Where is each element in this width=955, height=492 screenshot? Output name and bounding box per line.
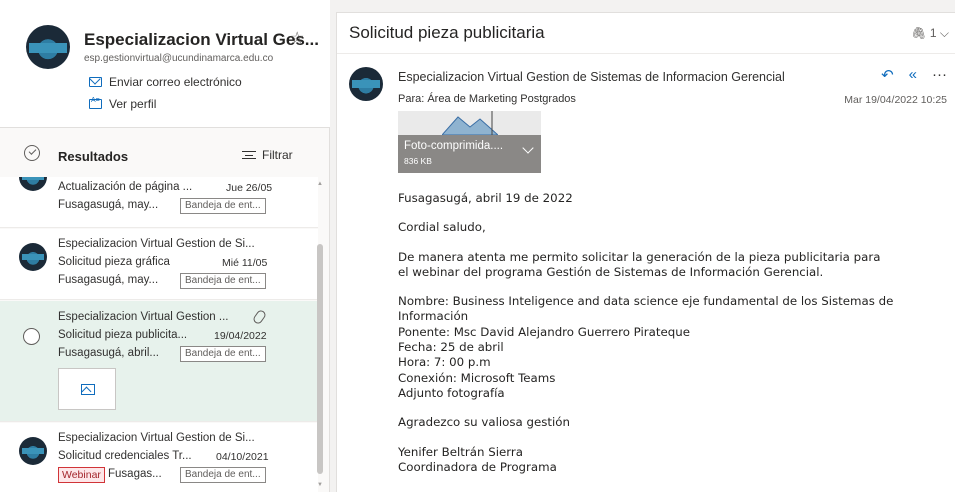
list-scrollbar[interactable]: ▲ ▼ [316, 177, 324, 492]
list-item-preview: Fusagas... [108, 468, 162, 480]
list-item[interactable]: Especializacion Virtual Gestion de Si...… [0, 229, 318, 300]
body-line: Información [398, 309, 469, 324]
view-profile-link[interactable]: Ver perfil [89, 97, 156, 111]
list-item-preview: Fusagasugá, may... [58, 274, 159, 286]
chevron-down-icon: ⌵ [939, 26, 949, 40]
list-item-selected[interactable]: Especializacion Virtual Gestion ... Soli… [0, 301, 318, 422]
scroll-up-icon[interactable]: ▲ [317, 181, 323, 187]
more-icon[interactable]: ··· [932, 66, 947, 84]
body-line: el webinar del programa Gestión de Siste… [398, 264, 824, 279]
filter-label: Filtrar [262, 148, 293, 162]
folder-badge[interactable]: Bandeja de ent... [180, 273, 266, 289]
message-date: Mar 19/04/2022 10:25 [844, 94, 947, 106]
message-list: Actualización de página ... Jue 26/05 Fu… [0, 177, 318, 492]
list-item-subject: Actualización de página ... [58, 181, 193, 193]
body-line: Coordinadora de Programa [398, 459, 557, 474]
results-header: Resultados Filtrar [0, 129, 330, 177]
attachment-count-value: 1 [929, 26, 937, 40]
filter-button[interactable]: Filtrar [242, 148, 293, 162]
view-profile-label: Ver perfil [109, 97, 157, 111]
folder-badge[interactable]: Bandeja de ent... [180, 467, 266, 483]
filter-icon [242, 151, 256, 159]
contact-email: esp.gestionvirtual@ucundinamarca.edu.co [84, 53, 274, 64]
send-email-link[interactable]: Enviar correo electrónico [89, 75, 242, 89]
list-item-sender: Especializacion Virtual Gestion de Si... [58, 238, 255, 250]
select-all-icon[interactable] [24, 145, 40, 161]
body-line: Yenifer Beltrán Sierra [398, 444, 523, 459]
attachment-thumbnail[interactable] [58, 368, 116, 410]
avatar [19, 437, 47, 465]
sender-name[interactable]: Especializacion Virtual Gestion de Siste… [398, 70, 785, 84]
image-icon [81, 384, 95, 395]
list-item-subject: Solicitud pieza publicita... [58, 329, 188, 341]
reply-all-icon[interactable]: « [909, 66, 917, 84]
list-item[interactable]: Actualización de página ... Jue 26/05 Fu… [0, 177, 318, 228]
body-line: Ponente: Msc David Alejandro Guerrero Pi… [398, 324, 690, 339]
body-line: Conexión: Microsoft Teams [398, 370, 556, 385]
body-line: De manera atenta me permito solicitar la… [398, 249, 881, 264]
send-email-label: Enviar correo electrónico [109, 75, 242, 89]
list-item-date: Jue 26/05 [226, 182, 273, 194]
list-item-preview: Fusagasugá, abril... [58, 347, 160, 359]
avatar [19, 243, 47, 271]
scroll-down-icon[interactable]: ▼ [317, 482, 323, 488]
reply-icon[interactable]: ↶ [881, 66, 894, 84]
divider [337, 53, 955, 54]
paperclip-icon: 🖇 [911, 26, 927, 40]
contact-card: Especializacion Virtual Ges... ☆ esp.ges… [0, 0, 330, 128]
body-line: Adjunto fotografía [398, 385, 505, 400]
body-line: Nombre: Business Inteligence and data sc… [398, 294, 894, 309]
mail-icon [89, 77, 102, 87]
body-line: Fecha: 25 de abril [398, 340, 504, 355]
list-item-date: Mié 11/05 [222, 257, 268, 269]
sender-avatar[interactable] [349, 67, 383, 101]
list-item[interactable]: Especializacion Virtual Gestion de Si...… [0, 423, 318, 492]
list-item-sender: Especializacion Virtual Gestion de Si... [58, 432, 255, 444]
left-pane: Especializacion Virtual Ges... ☆ esp.ges… [0, 0, 330, 492]
body-line: Fusagasugá, abril 19 de 2022 [398, 191, 573, 205]
select-radio[interactable] [23, 328, 40, 345]
folder-badge[interactable]: Bandeja de ent... [180, 346, 266, 362]
image-preview [442, 111, 498, 135]
attachment-name: Foto-comprimida.... [404, 140, 504, 152]
list-item-preview: Fusagasugá, may... [58, 199, 159, 211]
attachment-count[interactable]: 🖇 1 ⌵ [911, 26, 949, 41]
scroll-thumb[interactable] [317, 244, 323, 474]
avatar [19, 177, 47, 191]
contact-card-icon [89, 97, 102, 109]
attachment-card[interactable]: Foto-comprimida.... 836 KB [398, 111, 541, 173]
contact-avatar[interactable] [26, 25, 70, 69]
list-item-sender: Especializacion Virtual Gestion ... [58, 311, 229, 323]
folder-badge[interactable]: Bandeja de ent... [180, 198, 266, 214]
body-line: Cordial saludo, [398, 220, 486, 235]
list-item-date: 04/10/2021 [216, 451, 269, 463]
body-line: Agradezco su valiosa gestión [398, 415, 570, 430]
list-item-subject: Solicitud pieza gráfica [58, 256, 170, 268]
list-item-date: 19/04/2022 [214, 330, 267, 342]
recipient-line[interactable]: Para: Área de Marketing Postgrados [398, 93, 576, 105]
results-label: Resultados [58, 149, 129, 164]
message-subject: Solicitud pieza publicitaria [349, 23, 545, 42]
reading-pane: Solicitud pieza publicitaria 🖇 1 ⌵ Espec… [336, 12, 955, 492]
contact-name[interactable]: Especializacion Virtual Ges... [84, 30, 319, 50]
list-item-subject: Solicitud credenciales Tr... [58, 450, 192, 462]
paperclip-icon [251, 308, 268, 326]
message-body: Fusagasugá, abril 19 de 2022 Cordial sal… [398, 191, 948, 475]
message-actions: ↶ « ··· [881, 66, 947, 84]
star-icon[interactable]: ☆ [290, 28, 304, 48]
body-line: Hora: 7: 00 p.m [398, 355, 491, 370]
category-tag[interactable]: Webinar [58, 467, 105, 483]
attachment-size: 836 KB [404, 156, 432, 166]
